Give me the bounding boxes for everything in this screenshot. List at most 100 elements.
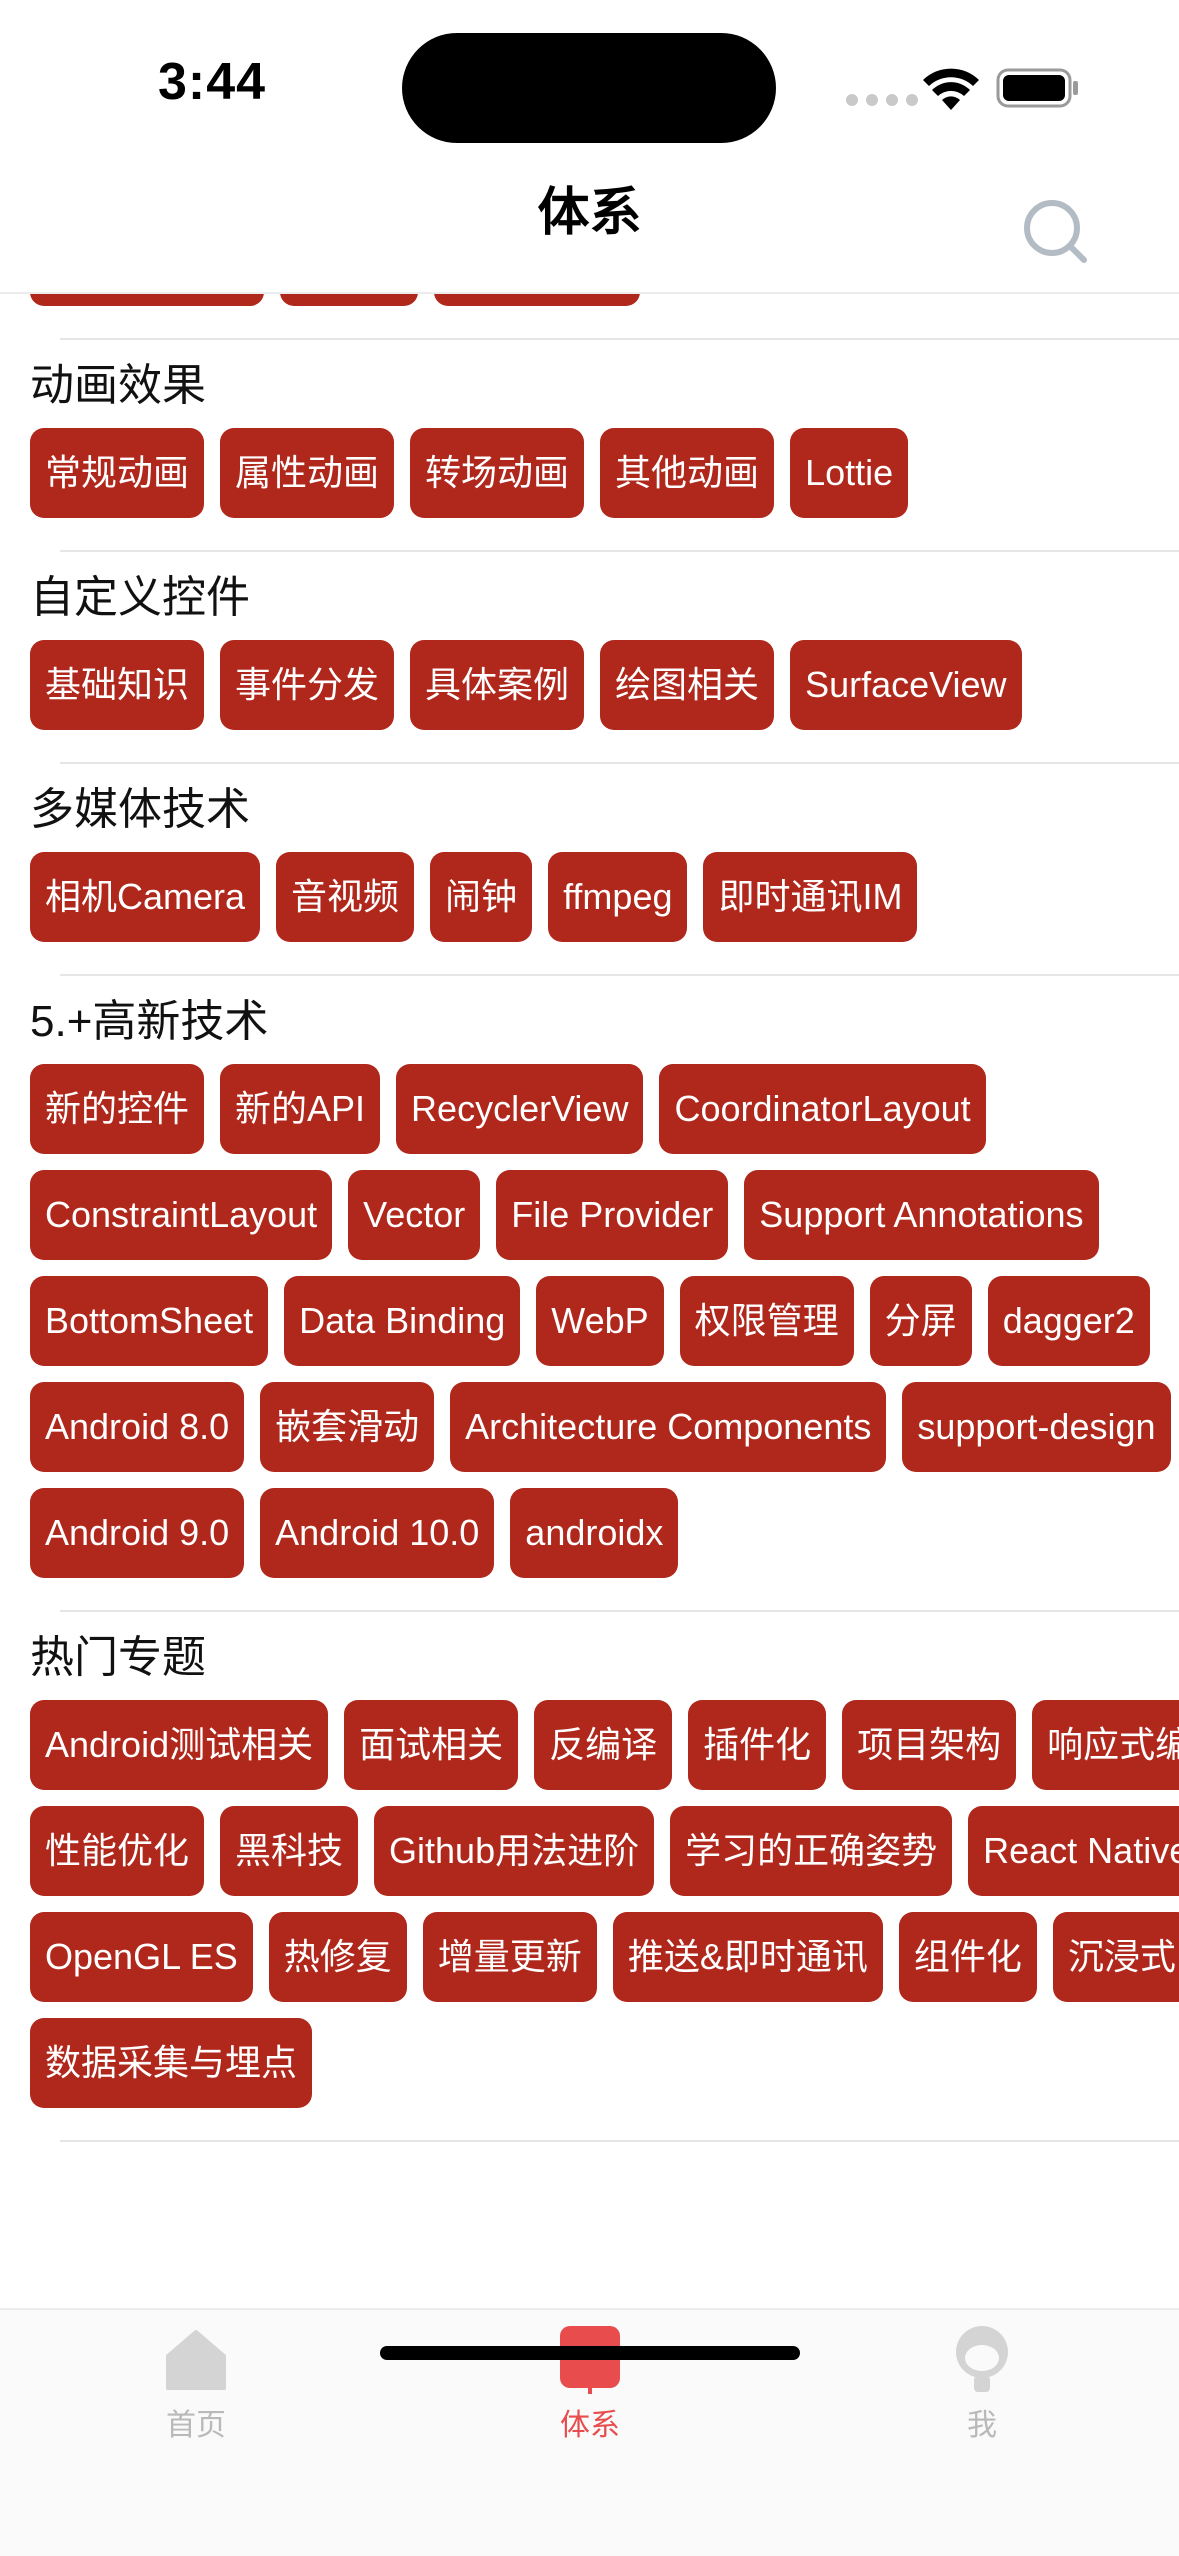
page-title: 体系 [537,184,642,242]
topic-tag[interactable]: Android 9.0 [30,1488,245,1578]
tab-me[interactable]: 我 [882,2322,1082,2472]
topic-tag[interactable]: OpenGL ES [30,1912,253,2002]
topic-tag[interactable]: ConstraintLayout [30,1170,333,1260]
profile-icon [956,2326,1008,2392]
system-category-list[interactable]: app缓存相关 数据库 LRUCache 动画效果常规动画属性动画转场动画其他动画Lo… [0,294,1179,2308]
topic-tag[interactable]: Lottie [790,428,909,518]
topic-tag[interactable]: Vector [348,1170,481,1260]
tag-group: 相机Camera 音视频 闹钟 ffmpeg 即时通讯IM [30,852,1179,942]
topic-tag[interactable]: ffmpeg [548,852,688,942]
tag-group: Android测试相关面试相关反编译插件化项目架构响应式编程性能优化黑科技Git… [30,1700,1179,2108]
topic-tag[interactable]: 项目架构 [842,1700,1017,1790]
topic-tag[interactable]: 沉浸式 [1052,1912,1179,2002]
topic-tag[interactable]: Data Binding [284,1276,521,1366]
wifi-icon [923,68,979,110]
category-list-inner: app缓存相关 数据库 LRUCache 动画效果常规动画属性动画转场动画其他动画Lo… [0,294,1179,2148]
tag-group: app缓存相关 数据库 LRUCache [30,294,1179,306]
topic-tag[interactable]: 新的控件 [30,1064,205,1154]
category-section: 动画效果常规动画 属性动画 转场动画 其他动画 Lottie [0,350,1179,518]
topic-tag[interactable]: support-design [902,1382,1171,1472]
topic-tag[interactable]: dagger2 [987,1276,1150,1366]
cellular-signal-icon [846,94,918,106]
topic-tag[interactable]: 性能优化 [30,1806,205,1896]
topic-tag[interactable]: 增量更新 [422,1912,597,2002]
home-indicator [380,2346,800,2360]
section-divider [60,2140,1179,2142]
tab-home[interactable]: 首页 [96,2322,296,2472]
category-section: app缓存相关 数据库 LRUCache [0,294,1179,306]
topic-tag[interactable]: SurfaceView [790,640,1022,730]
topic-tag[interactable]: 数据采集与埋点 [30,2018,313,2108]
dynamic-island [402,33,776,143]
topic-tag[interactable]: CoordinatorLayout [659,1064,986,1154]
search-icon[interactable] [1020,196,1092,268]
topic-tag[interactable]: 音视频 [276,852,415,942]
tag-group: 基础知识 事件分发 具体案例 绘图相关 SurfaceView [30,640,1179,730]
topic-tag[interactable]: 其他动画 [600,428,775,518]
topic-tag[interactable]: 插件化 [688,1700,827,1790]
topic-tag[interactable]: 反编译 [534,1700,673,1790]
topic-tag[interactable]: 分屏 [869,1276,972,1366]
topic-tag[interactable]: RecyclerView [396,1064,644,1154]
topic-tag[interactable]: 相机Camera [30,852,261,942]
category-section: 5.+高新技术新的控件 新的API RecyclerView CoordinatorL… [0,986,1179,1578]
status-time: 3:44 [158,53,267,111]
category-section: 多媒体技术相机Camera 音视频 闹钟 ffmpeg 即时通讯IM [0,774,1179,942]
category-title: 5.+高新技术 [30,997,269,1046]
topic-tag[interactable]: Android测试相关 [30,1700,329,1790]
category-title: 动画效果 [30,361,206,410]
battery-icon [996,68,1078,108]
topic-tag[interactable]: LRUCache [434,294,641,306]
topic-tag[interactable]: 属性动画 [220,428,395,518]
tag-group: 常规动画 属性动画 转场动画 其他动画 Lottie [30,428,1179,518]
topic-tag[interactable]: 转场动画 [410,428,585,518]
topic-tag[interactable]: 黑科技 [220,1806,359,1896]
home-icon [166,2330,226,2390]
section-divider [60,550,1179,552]
topic-tag[interactable]: 新的API [220,1064,381,1154]
category-section: 热门专题 Android测试相关面试相关反编译插件化项目架构响应式编程性能优化黑科… [0,1622,1179,2108]
topic-tag[interactable]: 绘图相关 [600,640,775,730]
section-divider [60,974,1179,976]
topic-tag[interactable]: 面试相关 [344,1700,519,1790]
topic-tag[interactable]: 闹钟 [430,852,533,942]
navigation-bar: 体系 [0,150,1179,294]
status-bar: 3:44 [0,0,1179,150]
section-divider [60,1610,1179,1612]
topic-tag[interactable]: Android 10.0 [260,1488,495,1578]
topic-tag[interactable]: 嵌套滑动 [260,1382,435,1472]
tab-system[interactable]: 体系 [490,2322,690,2472]
topic-tag[interactable]: 热修复 [268,1912,407,2002]
section-divider [60,762,1179,764]
topic-tag[interactable]: 权限管理 [679,1276,854,1366]
topic-tag[interactable]: 事件分发 [220,640,395,730]
section-divider [60,338,1179,340]
topic-tag[interactable]: BottomSheet [30,1276,269,1366]
topic-tag[interactable]: 响应式编程 [1032,1700,1179,1790]
topic-tag[interactable]: WebP [536,1276,664,1366]
topic-tag[interactable]: androidx [510,1488,679,1578]
category-title: 多媒体技术 [30,785,250,834]
topic-tag[interactable]: app缓存相关 [30,294,265,306]
topic-tag[interactable]: File Provider [496,1170,729,1260]
category-title: 自定义控件 [30,573,250,622]
topic-tag[interactable]: 常规动画 [30,428,205,518]
topic-tag[interactable]: Android 8.0 [30,1382,245,1472]
tab-home-label: 首页 [166,2409,226,2442]
tab-system-label: 体系 [560,2409,620,2442]
category-section: 自定义控件基础知识 事件分发 具体案例 绘图相关 SurfaceView [0,562,1179,730]
topic-tag[interactable]: 推送&即时通讯 [612,1912,883,2002]
tab-me-label: 我 [967,2409,997,2442]
app-root: 3:44 体系 app缓存相关 数据库 LRUCache 动画效果常规动画属性动画转场… [0,0,1179,2556]
topic-tag[interactable]: 数据库 [280,294,419,306]
topic-tag[interactable]: 组件化 [898,1912,1037,2002]
topic-tag[interactable]: 基础知识 [30,640,205,730]
topic-tag[interactable]: 即时通讯IM [703,852,918,942]
topic-tag[interactable]: 具体案例 [410,640,585,730]
topic-tag[interactable]: Github用法进阶 [374,1806,655,1896]
topic-tag[interactable]: Support Annotations [744,1170,1099,1260]
tag-group: 新的控件 新的API RecyclerView CoordinatorLayout Co… [30,1064,1179,1578]
topic-tag[interactable]: Architecture Components [450,1382,887,1472]
topic-tag[interactable]: 学习的正确姿势 [670,1806,953,1896]
topic-tag[interactable]: React Native [968,1806,1179,1896]
